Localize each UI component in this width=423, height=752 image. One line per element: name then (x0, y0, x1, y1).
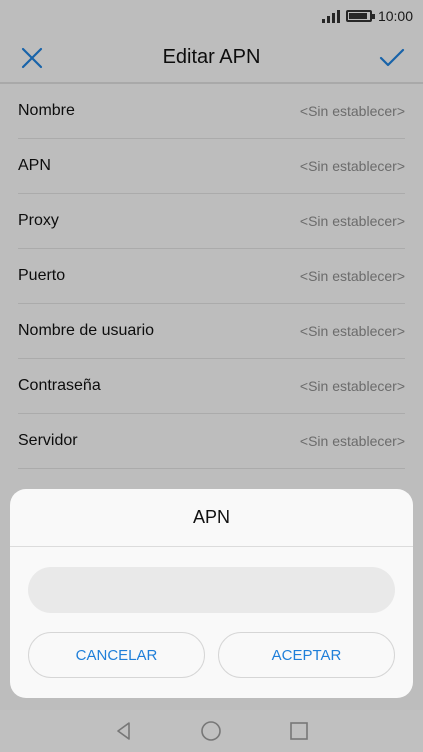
apn-dialog: APN CANCELAR ACEPTAR (10, 489, 413, 698)
dialog-title: APN (10, 489, 413, 547)
ok-button[interactable]: ACEPTAR (218, 632, 395, 678)
apn-input[interactable] (28, 567, 395, 613)
cancel-button[interactable]: CANCELAR (28, 632, 205, 678)
